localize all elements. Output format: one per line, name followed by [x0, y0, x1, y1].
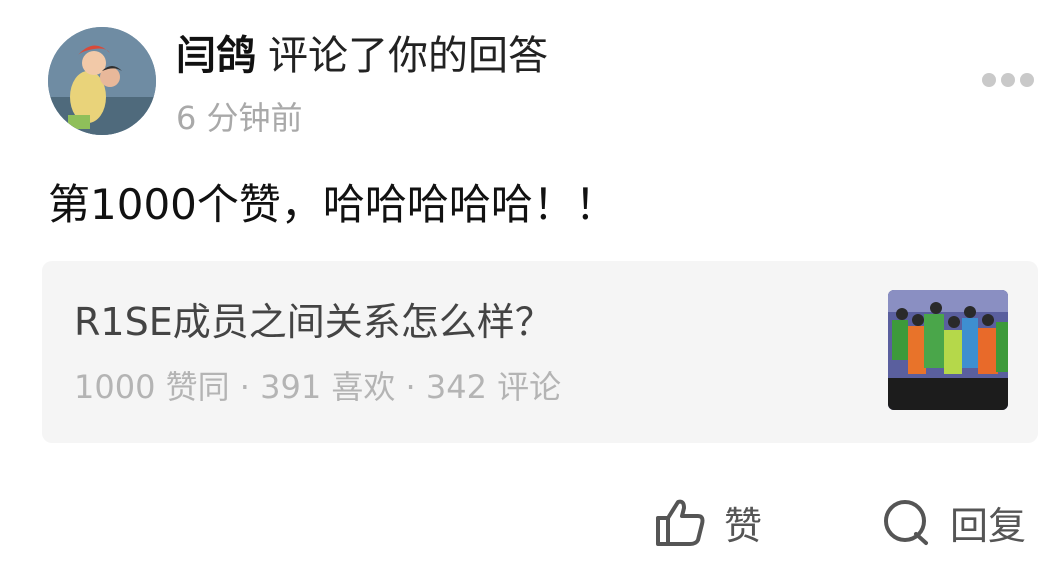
quoted-answer-thumbnail [888, 290, 1008, 410]
thumbnail-image [888, 290, 1008, 410]
reply-button[interactable]: 回复 [880, 490, 1026, 554]
timestamp: 6 分钟前 [176, 99, 303, 137]
more-options-button[interactable] [982, 70, 1034, 90]
comment-header: 闫鸽 评论了你的回答 [176, 30, 548, 82]
more-horizontal-icon [1020, 73, 1034, 87]
thumbs-up-icon [656, 499, 705, 546]
more-horizontal-icon [1001, 73, 1015, 87]
quoted-answer-card[interactable]: R1SE成员之间关系怎么样？ 1000 赞同 · 391 喜欢 · 342 评论 [42, 261, 1038, 443]
comment-action: 评论了你的回答 [268, 33, 548, 79]
avatar-image [48, 27, 156, 135]
avatar[interactable] [48, 27, 156, 135]
more-horizontal-icon [982, 73, 996, 87]
quoted-answer-stats: 1000 赞同 · 391 喜欢 · 342 评论 [74, 368, 562, 406]
reply-label: 回复 [950, 503, 1027, 548]
speech-bubble-icon [884, 500, 928, 545]
username[interactable]: 闫鸽 [176, 33, 256, 79]
like-label: 赞 [724, 503, 763, 548]
like-button[interactable]: 赞 [654, 490, 762, 554]
comment-text: 第1000个赞，哈哈哈哈哈！！ [48, 180, 617, 229]
quoted-question-title: R1SE成员之间关系怎么样？ [74, 300, 553, 344]
